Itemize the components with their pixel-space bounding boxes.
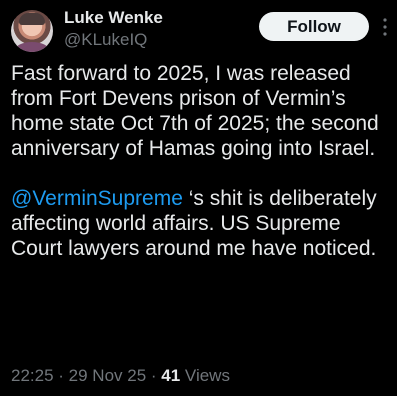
views-label: Views bbox=[180, 366, 230, 385]
avatar-cap bbox=[19, 13, 45, 25]
mention-link[interactable]: @VerminSupreme bbox=[11, 187, 183, 210]
tweet-text: Fast forward to 2025, I was released fro… bbox=[11, 61, 391, 261]
meta-separator: · bbox=[146, 366, 162, 385]
views-count[interactable]: 41 bbox=[161, 366, 180, 385]
meta-separator: · bbox=[53, 366, 69, 385]
tweet-meta: 22:25 · 29 Nov 25 · 41 Views bbox=[11, 366, 230, 386]
avatar-shirt bbox=[15, 42, 49, 52]
avatar[interactable] bbox=[11, 10, 53, 52]
more-icon[interactable] bbox=[382, 17, 388, 37]
author-display-name[interactable]: Luke Wenke bbox=[64, 8, 163, 28]
tweet-paragraph-1: Fast forward to 2025, I was released fro… bbox=[11, 62, 379, 160]
tweet-paragraph-2: @VerminSupreme ‘s shit is deliberately a… bbox=[11, 186, 391, 261]
author-handle[interactable]: @KLukeIQ bbox=[64, 30, 147, 50]
tweet-time[interactable]: 22:25 bbox=[11, 366, 54, 385]
follow-button[interactable]: Follow bbox=[259, 12, 369, 41]
tweet-date[interactable]: 29 Nov 25 bbox=[69, 366, 147, 385]
